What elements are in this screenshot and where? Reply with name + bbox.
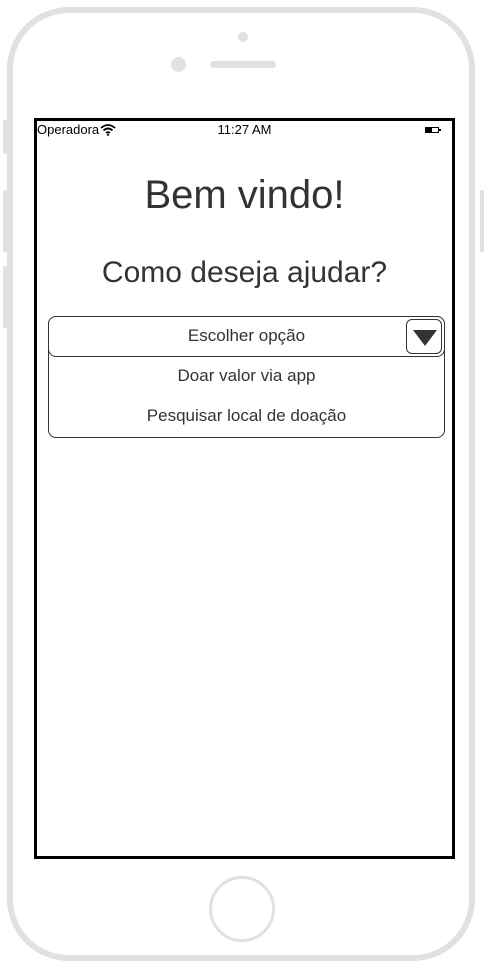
- earpiece-speaker: [210, 61, 276, 68]
- page-title: Bem vindo!: [144, 173, 345, 217]
- help-option-dropdown[interactable]: Escolher opção Doar valor via app Pesqui…: [48, 316, 445, 438]
- side-button-mute: [3, 120, 7, 154]
- status-time: 11:27 AM: [217, 122, 272, 137]
- home-button[interactable]: [209, 876, 275, 942]
- sensor-dot: [238, 32, 248, 42]
- side-button-power: [480, 190, 484, 252]
- dropdown-option-search-location[interactable]: Pesquisar local de doação: [49, 406, 444, 426]
- side-button-volume-up: [3, 190, 7, 252]
- battery-icon: [425, 127, 441, 133]
- page-subtitle: Como deseja ajudar?: [101, 256, 388, 289]
- side-button-volume-down: [3, 266, 7, 328]
- triangle-down-icon: [413, 330, 437, 346]
- dropdown-toggle-button[interactable]: [406, 319, 442, 354]
- dropdown-selected-label: Escolher opção: [187, 326, 306, 345]
- front-camera: [171, 57, 186, 72]
- dropdown-select[interactable]: Escolher opção: [48, 316, 445, 357]
- phone-screen: Operadora 11:27 AM Bem vindo! Como desej…: [34, 118, 455, 859]
- status-bar: Operadora 11:27 AM: [37, 121, 452, 143]
- dropdown-option-donate-app[interactable]: Doar valor via app: [49, 366, 444, 386]
